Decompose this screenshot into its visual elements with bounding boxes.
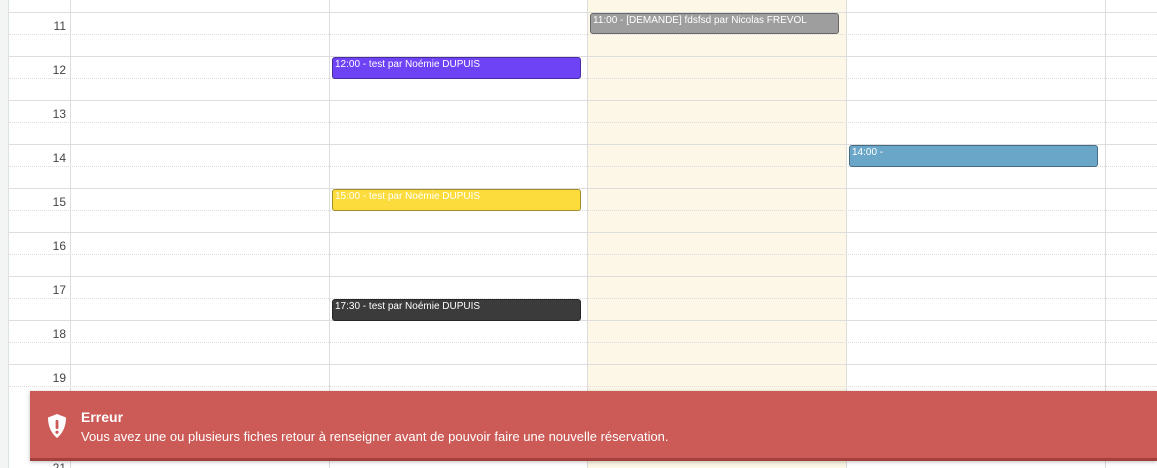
half-hour-grid-line	[9, 122, 1157, 123]
hour-grid-line	[9, 12, 1157, 13]
event-separator: -	[360, 191, 369, 202]
calendar-event[interactable]: 14:00 -	[849, 145, 1098, 167]
event-title: test par Noémie DUPUIS	[368, 191, 481, 202]
event-title: test par Noémie DUPUIS	[368, 59, 481, 70]
event-separator: -	[360, 301, 369, 312]
half-hour-grid-line	[9, 386, 1157, 387]
hour-label: 19	[52, 371, 66, 385]
hour-grid-line	[9, 100, 1157, 101]
hour-label: 13	[52, 107, 66, 121]
calendar-event[interactable]: 11:00 - [DEMANDE] fdsfsd par Nicolas FRE…	[590, 13, 839, 34]
half-hour-grid-line	[9, 34, 1157, 35]
half-hour-grid-line	[9, 298, 1157, 299]
calendar-left-strip	[0, 0, 9, 468]
half-hour-grid-line	[9, 78, 1157, 79]
hour-grid-line	[9, 232, 1157, 233]
toast-title: Erreur	[81, 409, 124, 425]
hour-label: 17	[52, 283, 66, 297]
shield-alert-icon	[46, 413, 68, 439]
calendar-week-view: 11 12 13 14 15 16 17 18 19 11:00 - [DEMA…	[0, 0, 1157, 468]
hour-grid-line	[9, 56, 1157, 57]
hour-label: 15	[52, 195, 66, 209]
calendar-event[interactable]: 17:30 - test par Noémie DUPUIS	[332, 299, 581, 321]
event-separator: -	[360, 59, 369, 70]
hour-grid-line	[9, 320, 1157, 321]
event-separator: -	[877, 147, 884, 158]
event-time: 11:00	[593, 15, 618, 26]
half-hour-grid-line	[9, 210, 1157, 211]
hour-label: 21	[52, 461, 66, 468]
hour-grid-line	[9, 276, 1157, 277]
half-hour-grid-line	[9, 342, 1157, 343]
event-title: test par Noémie DUPUIS	[368, 301, 481, 312]
calendar-event[interactable]: 12:00 - test par Noémie DUPUIS	[332, 57, 581, 79]
hour-label: 18	[52, 327, 66, 341]
hour-label: 14	[52, 151, 66, 165]
hour-label: 16	[52, 239, 66, 253]
hour-grid-line	[9, 188, 1157, 189]
hour-grid-line	[9, 364, 1157, 365]
event-time: 14:00	[852, 147, 878, 158]
event-title: [DEMANDE] fdsfsd par Nicolas FREVOL	[626, 15, 807, 26]
event-time: 15:00	[335, 191, 361, 202]
event-time: 17:30	[335, 301, 361, 312]
error-toast[interactable]: Erreur Vous avez une ou plusieurs fiches…	[30, 391, 1157, 461]
event-separator: -	[617, 15, 627, 26]
calendar-event[interactable]: 15:00 - test par Noémie DUPUIS	[332, 189, 581, 211]
hour-label: 12	[52, 63, 66, 77]
event-time: 12:00	[335, 59, 361, 70]
hour-label: 11	[53, 19, 66, 33]
toast-message: Vous avez une ou plusieurs fiches retour…	[81, 429, 669, 444]
half-hour-grid-line	[9, 254, 1157, 255]
